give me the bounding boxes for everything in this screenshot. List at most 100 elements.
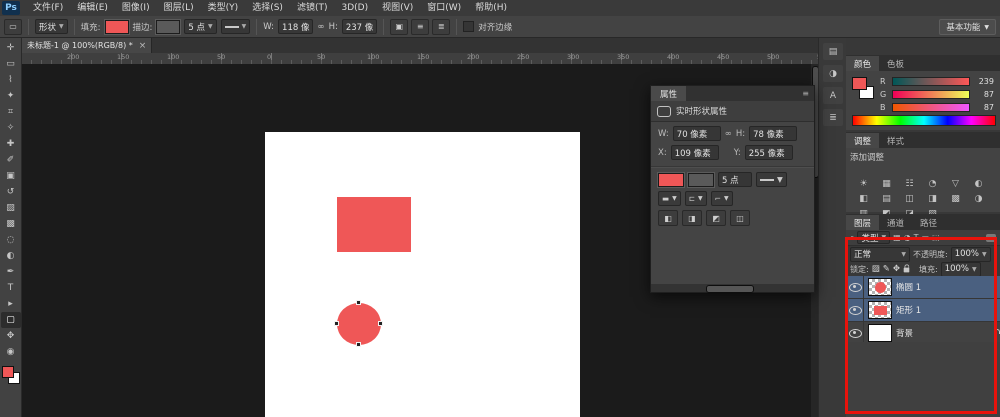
panel-menu-icon[interactable]: ≡ — [802, 89, 809, 98]
fill-color-swatch[interactable] — [104, 19, 129, 34]
adjustment-icon[interactable]: ▦ — [875, 176, 898, 191]
path-operation-button[interactable]: ◩ — [706, 210, 726, 226]
tab-layers[interactable]: 图层 — [846, 215, 880, 230]
anchor-point-left[interactable] — [334, 321, 339, 326]
gradient-tool[interactable]: ▩ — [1, 216, 21, 232]
menu-item[interactable]: 文件(F) — [26, 0, 70, 16]
filter-toggle[interactable] — [986, 233, 996, 242]
adjustment-icon[interactable]: ◨ — [921, 191, 944, 206]
menu-item[interactable]: 图层(L) — [157, 0, 201, 16]
adjustment-icon[interactable]: ▤ — [875, 191, 898, 206]
menu-item[interactable]: 窗口(W) — [420, 0, 468, 16]
stroke-style-select[interactable]: ▼ — [220, 19, 251, 34]
clone-stamp-tool[interactable]: ▣ — [1, 168, 21, 184]
stroke-width-field[interactable]: 5 点 — [718, 172, 752, 187]
layer-row[interactable]: 椭圆 1 — [846, 276, 1000, 299]
tab-adjustments[interactable]: 调整 — [846, 133, 880, 148]
stroke-cap-select[interactable]: ⊏ ▼ — [684, 191, 707, 206]
path-selection-tool[interactable]: ▸ — [1, 296, 21, 312]
fill-color-swatch[interactable] — [658, 172, 684, 187]
pen-tool[interactable]: ✒ — [1, 264, 21, 280]
layer-row[interactable]: 矩形 1 — [846, 299, 1000, 322]
shape-width-field[interactable]: 118 像 — [278, 19, 314, 34]
filter-kind-icon[interactable]: ▦ — [893, 233, 901, 242]
slider-track[interactable] — [892, 90, 970, 99]
lock-all-icon[interactable] — [903, 264, 910, 273]
anchor-point-top[interactable] — [356, 300, 361, 305]
stroke-color-swatch[interactable] — [688, 172, 714, 187]
menu-item[interactable]: 编辑(E) — [70, 0, 115, 16]
artboard[interactable] — [265, 132, 580, 417]
adjustment-icon[interactable]: ◔ — [921, 176, 944, 191]
zoom-tool[interactable]: ◉ — [1, 344, 21, 360]
filter-kind-icon[interactable]: ◑ — [904, 233, 911, 242]
path-operation-button[interactable]: ◧ — [658, 210, 678, 226]
lock-option-icon[interactable]: ▨ — [872, 264, 880, 274]
tab-swatches[interactable]: 色板 — [879, 56, 912, 71]
lock-option-icon[interactable]: ✥ — [893, 264, 900, 274]
layer-thumbnail[interactable] — [868, 324, 892, 342]
adjustment-icon[interactable]: ◫ — [898, 191, 921, 206]
filter-search-icon[interactable]: ⌕ — [850, 233, 854, 243]
menu-item[interactable]: 滤镜(T) — [290, 0, 335, 16]
filter-kind-icon[interactable]: ⬚ — [932, 233, 940, 242]
panel-scrollbar[interactable] — [651, 284, 814, 293]
path-operation-button[interactable]: ◫ — [730, 210, 750, 226]
menu-item[interactable]: 3D(D) — [334, 0, 375, 16]
layer-thumbnail[interactable] — [868, 278, 892, 296]
quick-selection-tool[interactable]: ✦ — [1, 88, 21, 104]
lasso-tool[interactable]: ⌇ — [1, 72, 21, 88]
shape-x-field[interactable]: 109 像素 — [670, 145, 719, 160]
brush-tool[interactable]: ✐ — [1, 152, 21, 168]
eyedropper-tool[interactable]: ✧ — [1, 120, 21, 136]
visibility-toggle[interactable] — [848, 276, 864, 298]
menu-item[interactable]: 视图(V) — [375, 0, 420, 16]
scrollbar-thumb[interactable] — [706, 285, 754, 293]
link-dimensions-icon[interactable]: ∞ — [725, 129, 732, 139]
shape-width-field[interactable]: 70 像素 — [672, 126, 721, 141]
adjustment-icon[interactable]: ☷ — [898, 176, 921, 191]
lock-option-icon[interactable]: ✎ — [883, 264, 890, 274]
tab-channels[interactable]: 通道 — [879, 215, 912, 230]
dodge-tool[interactable]: ◐ — [1, 248, 21, 264]
visibility-toggle[interactable] — [848, 299, 864, 321]
layer-thumbnail[interactable] — [868, 301, 892, 319]
layer-fill-field[interactable]: 100% ▼ — [940, 261, 981, 277]
close-tab-icon[interactable]: × — [139, 41, 147, 51]
type-tool[interactable]: T — [1, 280, 21, 296]
path-arrangement-button[interactable]: ≣ — [432, 18, 451, 35]
menu-item[interactable]: 图像(I) — [115, 0, 157, 16]
align-edges-checkbox[interactable] — [463, 21, 475, 32]
adjustment-icon[interactable]: ▩ — [944, 191, 967, 206]
adjustment-icon[interactable]: ◐ — [967, 176, 990, 191]
tab-paths[interactable]: 路径 — [912, 215, 945, 230]
crop-tool[interactable]: ⌗ — [1, 104, 21, 120]
stroke-corner-select[interactable]: ⌐ ▼ — [710, 191, 733, 206]
menu-item[interactable]: 类型(Y) — [201, 0, 246, 16]
adjustment-icon[interactable]: ☀ — [852, 176, 875, 191]
document-tab[interactable]: 未标题-1 @ 100%(RGB/8) * × — [22, 38, 153, 53]
eraser-tool[interactable]: ▨ — [1, 200, 21, 216]
stroke-color-swatch[interactable] — [156, 19, 181, 34]
marquee-tool[interactable]: ▭ — [1, 56, 21, 72]
foreground-background-swatches[interactable] — [852, 77, 874, 99]
adjustment-icon[interactable]: ▽ — [944, 176, 967, 191]
history-brush-tool[interactable]: ↺ — [1, 184, 21, 200]
tool-mode-select[interactable]: 形状 ▼ — [35, 19, 68, 34]
filter-kind-icon[interactable]: T — [914, 233, 919, 242]
shape-tool[interactable]: ▢ — [0, 312, 21, 328]
dock-panel-icon[interactable]: A — [823, 87, 843, 104]
color-spectrum-ramp[interactable] — [852, 115, 996, 126]
anchor-point-right[interactable] — [378, 321, 383, 326]
blend-mode-select[interactable]: 正常 ▼ — [850, 246, 910, 262]
tab-color[interactable]: 颜色 — [846, 56, 880, 71]
ellipse-shape[interactable] — [337, 303, 381, 345]
blur-tool[interactable]: ◌ — [1, 232, 21, 248]
foreground-color-swatch[interactable] — [1, 366, 14, 378]
path-operation-button[interactable]: ◨ — [682, 210, 702, 226]
link-dimensions-icon[interactable]: ∞ — [317, 22, 324, 32]
menu-item[interactable]: 帮助(H) — [468, 0, 514, 16]
rectangle-shape[interactable] — [337, 197, 411, 252]
filter-type-select[interactable]: 类型 ▼ — [857, 231, 891, 244]
shape-height-field[interactable]: 78 像素 — [749, 126, 798, 141]
